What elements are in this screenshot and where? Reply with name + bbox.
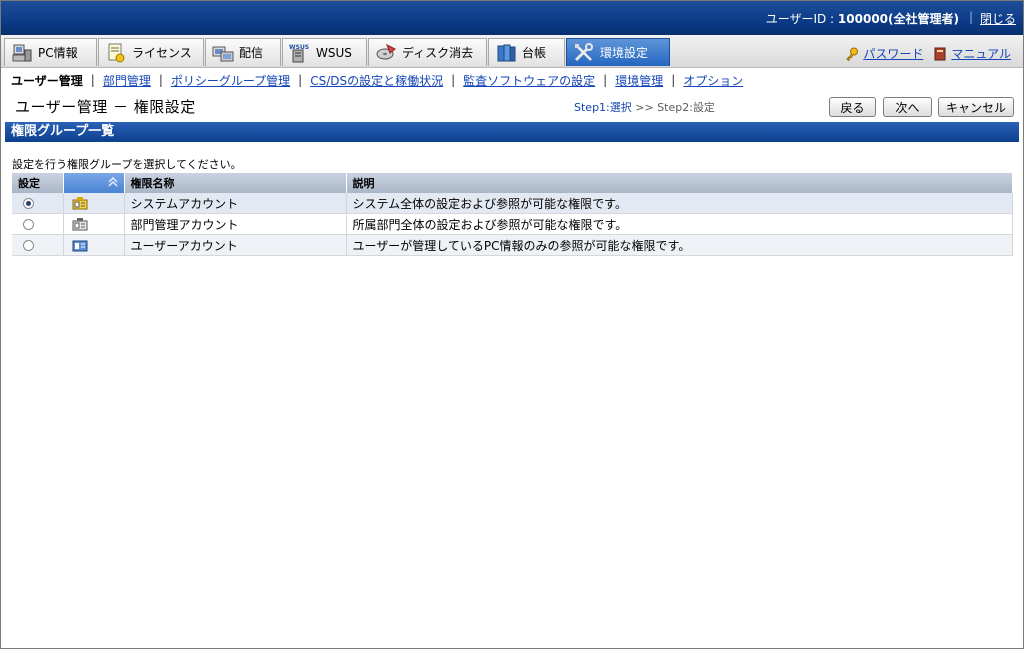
subnav-separator: | bbox=[603, 73, 608, 87]
user-account-icon bbox=[72, 239, 88, 252]
tab-ledger[interactable]: 台帳 bbox=[488, 38, 565, 66]
step-2: Step2:設定 bbox=[657, 101, 715, 114]
section-header: 権限グループ一覧 bbox=[5, 122, 1019, 142]
column-header-sort[interactable] bbox=[63, 173, 125, 193]
select-radio[interactable] bbox=[23, 218, 34, 230]
subnav-link-audit-software[interactable]: 監査ソフトウェアの設定 bbox=[463, 72, 595, 89]
department-account-icon bbox=[72, 217, 88, 231]
tab-label: 配信 bbox=[239, 46, 264, 60]
manual-book-icon bbox=[933, 47, 947, 61]
table-row[interactable]: ユーザーアカウント ユーザーが管理しているPC情報のみの参照が可能な権限です。 bbox=[12, 234, 1013, 256]
next-button[interactable]: 次へ bbox=[883, 97, 932, 117]
sort-ascending-icon bbox=[107, 176, 118, 190]
subnav-separator: | bbox=[671, 73, 676, 87]
step-arrow: >> bbox=[631, 101, 658, 114]
app-window: ユーザーID : 100000(全社管理者) | 閉じる PC情報 ライセンス … bbox=[0, 0, 1024, 649]
column-header-name[interactable]: 権限名称 bbox=[124, 173, 347, 193]
password-link[interactable]: パスワード bbox=[845, 45, 923, 62]
tab-label: WSUS bbox=[316, 45, 352, 60]
tab-pc-info[interactable]: PC情報 bbox=[4, 38, 97, 66]
tab-distribution[interactable]: 配信 bbox=[205, 38, 281, 66]
cancel-button[interactable]: キャンセル bbox=[938, 97, 1014, 117]
subnav-link-environment-management[interactable]: 環境管理 bbox=[615, 72, 663, 89]
page-title: ユーザー管理 － 権限設定 bbox=[15, 98, 196, 116]
page-title-row: ユーザー管理 － 権限設定 Step1:選択 >> Step2:設定 戻る 次へ… bbox=[1, 94, 1023, 120]
subnav-link-cs-ds-status[interactable]: CS/DSの設定と稼働状況 bbox=[310, 72, 443, 89]
manual-link-label: マニュアル bbox=[951, 47, 1011, 61]
table-row[interactable]: システムアカウント システム全体の設定および参照が可能な権限です。 bbox=[12, 193, 1013, 214]
wizard-steps: Step1:選択 >> Step2:設定 bbox=[574, 99, 715, 115]
user-id-display: ユーザーID : 100000(全社管理者) bbox=[765, 12, 959, 26]
tab-environment-settings[interactable]: 環境設定 bbox=[566, 38, 670, 66]
distribution-icon bbox=[212, 43, 234, 63]
subnav-separator: | bbox=[158, 73, 163, 87]
subnav-separator: | bbox=[90, 73, 95, 87]
key-icon bbox=[845, 47, 859, 61]
system-account-icon bbox=[72, 196, 88, 210]
close-link[interactable]: 閉じる bbox=[980, 10, 1016, 27]
row-name: 部門管理アカウント bbox=[124, 213, 347, 235]
tab-disk-erase[interactable]: ディスク消去 bbox=[368, 38, 487, 66]
tab-wsus[interactable]: WSUS WSUS bbox=[282, 38, 367, 66]
tab-label: ディスク消去 bbox=[402, 46, 474, 60]
pc-icon bbox=[11, 43, 33, 63]
subnav-link-policy-group[interactable]: ポリシーグループ管理 bbox=[171, 72, 290, 89]
subnav-separator: | bbox=[298, 73, 303, 87]
sub-navigation: ユーザー管理 | 部門管理 | ポリシーグループ管理 | CS/DSの設定と稼働… bbox=[1, 68, 1023, 92]
top-header: ユーザーID : 100000(全社管理者) | 閉じる bbox=[1, 1, 1023, 35]
settings-tools-icon bbox=[573, 42, 595, 63]
ledger-icon bbox=[495, 43, 517, 63]
select-radio[interactable] bbox=[23, 239, 34, 251]
row-description: 所属部門全体の設定および参照が可能な権限です。 bbox=[346, 213, 1013, 235]
wsus-icon: WSUS bbox=[289, 43, 311, 63]
subnav-current-user-management: ユーザー管理 bbox=[11, 73, 83, 88]
utility-links: パスワード マニュアル bbox=[845, 45, 1011, 62]
step-1-current: Step1:選択 bbox=[574, 101, 632, 114]
tab-label: PC情報 bbox=[38, 46, 78, 60]
subnav-link-department[interactable]: 部門管理 bbox=[103, 72, 151, 89]
back-button[interactable]: 戻る bbox=[829, 97, 876, 117]
manual-link[interactable]: マニュアル bbox=[933, 45, 1011, 62]
column-header-select: 設定 bbox=[12, 173, 64, 193]
instruction-text: 設定を行う権限グループを選択してください。 bbox=[12, 158, 242, 171]
tab-license[interactable]: ライセンス bbox=[98, 38, 204, 66]
row-name: システムアカウント bbox=[124, 193, 347, 214]
tab-label: 環境設定 bbox=[600, 46, 649, 60]
header-separator: | bbox=[968, 10, 973, 24]
subnav-link-options[interactable]: オプション bbox=[683, 72, 743, 89]
main-tab-bar: PC情報 ライセンス 配信 WSUS WSUS ディスク消去 台帳 環境設定 パ… bbox=[1, 35, 1023, 68]
license-icon bbox=[105, 43, 127, 63]
row-description: ユーザーが管理しているPC情報のみの参照が可能な権限です。 bbox=[346, 234, 1013, 256]
table-row[interactable]: 部門管理アカウント 所属部門全体の設定および参照が可能な権限です。 bbox=[12, 213, 1013, 235]
password-link-label: パスワード bbox=[863, 47, 924, 61]
select-radio[interactable] bbox=[23, 197, 34, 209]
permission-group-table: 設定 権限名称 説明 システムアカウント システム全体の設定および参照が可能な権… bbox=[12, 173, 1013, 256]
column-header-description: 説明 bbox=[346, 173, 1013, 193]
row-description: システム全体の設定および参照が可能な権限です。 bbox=[346, 193, 1013, 214]
subnav-separator: | bbox=[451, 73, 456, 87]
row-name: ユーザーアカウント bbox=[124, 234, 347, 256]
tab-label: 台帳 bbox=[522, 46, 547, 60]
disk-erase-icon bbox=[375, 43, 397, 63]
tab-label: ライセンス bbox=[132, 46, 192, 60]
table-header-row: 設定 権限名称 説明 bbox=[12, 173, 1013, 193]
